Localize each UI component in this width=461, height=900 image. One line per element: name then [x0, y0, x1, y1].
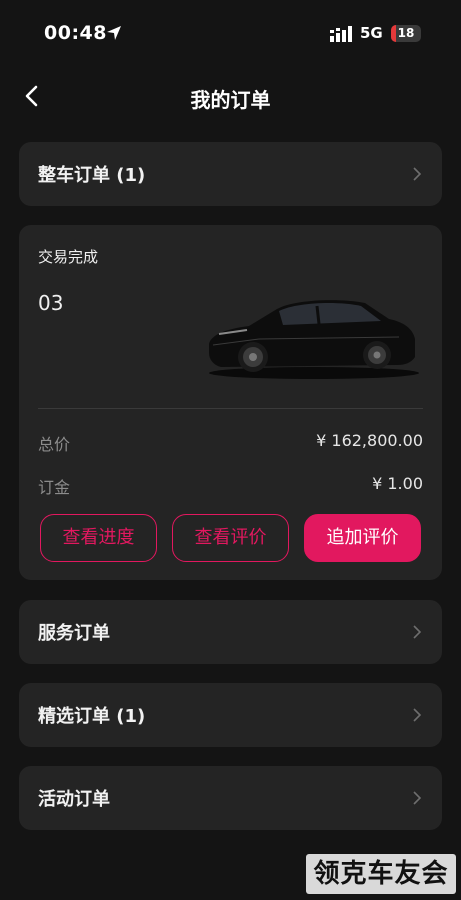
- activity-orders-row[interactable]: 活动订单: [19, 766, 442, 830]
- total-price-label: 总价: [38, 435, 71, 454]
- activity-orders-label: 活动订单: [38, 789, 110, 810]
- watermark-text: 领克车友会: [313, 859, 449, 889]
- chevron-right-icon: [413, 708, 422, 722]
- page-title: 我的订单: [190, 88, 271, 112]
- service-orders-label: 服务订单: [38, 623, 110, 644]
- vehicle-orders-row[interactable]: 整车订单 (1): [19, 142, 442, 206]
- battery-level: 18: [397, 26, 415, 40]
- chevron-right-icon: [413, 791, 422, 805]
- status-time: 00:48: [44, 22, 107, 44]
- chevron-right-icon: [413, 625, 422, 639]
- deposit-label: 订金: [38, 478, 71, 497]
- signal-icon: [330, 26, 352, 42]
- car-image: [209, 300, 419, 379]
- vehicle-orders-label: 整车订单 (1): [38, 165, 146, 186]
- deposit-value: ¥ 1.00: [372, 474, 423, 493]
- order-status: 交易完成: [38, 248, 99, 266]
- total-price-value: ¥ 162,800.00: [316, 431, 423, 450]
- status-bar: 00:48 5G 18: [0, 0, 461, 66]
- view-review-button[interactable]: 查看评价: [172, 514, 289, 562]
- divider: [38, 408, 423, 409]
- network-type: 5G: [360, 24, 383, 42]
- order-card: 交易完成 03 总价 ¥ 162,800.00 订金 ¥ 1.00 查看进度 查…: [19, 225, 442, 580]
- service-orders-row[interactable]: 服务订单: [19, 600, 442, 664]
- watermark: 领克车友会: [306, 854, 456, 894]
- selected-orders-row[interactable]: 精选订单 (1): [19, 683, 442, 747]
- selected-orders-label: 精选订单 (1): [38, 706, 146, 727]
- order-model: 03: [38, 291, 64, 315]
- battery-indicator: 18: [391, 25, 421, 42]
- location-arrow-icon: [107, 26, 121, 40]
- chevron-right-icon: [413, 167, 422, 181]
- add-review-button[interactable]: 追加评价: [304, 514, 421, 562]
- view-progress-button[interactable]: 查看进度: [40, 514, 157, 562]
